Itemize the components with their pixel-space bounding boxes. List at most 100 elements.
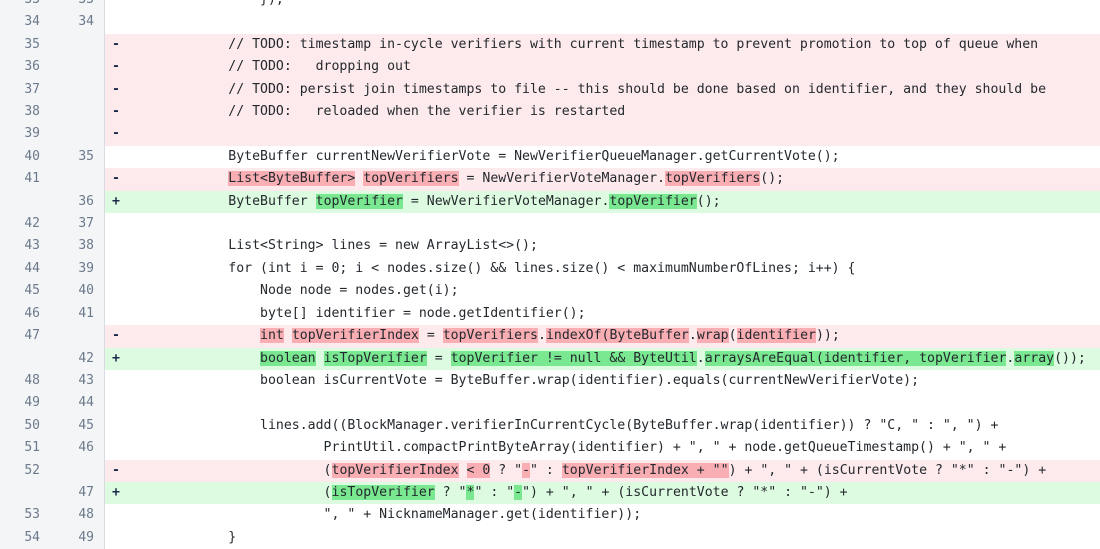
diff-row[interactable]: 50 45 lines.add((BlockManager.verifierInC…	[0, 414, 1100, 438]
code-line[interactable]: for (int i = 0; i < nodes.size() && line…	[127, 257, 1100, 281]
line-number-new[interactable]: 40	[50, 280, 105, 303]
line-number-old[interactable]: 37	[0, 78, 50, 102]
code-line[interactable]	[127, 11, 1100, 34]
diff-row[interactable]: 38 - // TODO: reloaded when the verifier …	[0, 101, 1100, 124]
line-number-old[interactable]	[0, 481, 50, 505]
code-line[interactable]	[127, 392, 1100, 415]
line-number-old[interactable]: 40	[0, 145, 50, 169]
diff-row[interactable]: 47 - int topVerifierIndex = topVerifiers.…	[0, 325, 1100, 348]
diff-row[interactable]: 39 -	[0, 123, 1100, 146]
line-number-new[interactable]	[50, 325, 105, 348]
code-line[interactable]: Node node = nodes.get(i);	[127, 280, 1100, 303]
diff-row[interactable]: 54 49 }	[0, 526, 1100, 549]
code-line[interactable]	[127, 213, 1100, 236]
line-number-new[interactable]: 33	[50, 0, 105, 12]
line-number-old[interactable]: 52	[0, 459, 50, 482]
line-number-new[interactable]: 43	[50, 369, 105, 393]
line-number-old[interactable]: 46	[0, 302, 50, 326]
code-line[interactable]: List<ByteBuffer> topVerifiers = NewVerif…	[127, 168, 1100, 191]
code-line[interactable]: ", " + NicknameManager.get(identifier));	[127, 504, 1100, 527]
diff-row[interactable]: 45 40 Node node = nodes.get(i);	[0, 280, 1100, 303]
code-line[interactable]: PrintUtil.compactPrintByteArray(identifi…	[127, 437, 1100, 460]
line-number-old[interactable]: 54	[0, 526, 50, 549]
diff-row[interactable]: 42 37	[0, 213, 1100, 236]
code-line[interactable]: byte[] identifier = node.getIdentifier()…	[127, 302, 1100, 326]
code-line[interactable]: (topVerifierIndex < 0 ? "-" : topVerifie…	[127, 459, 1100, 482]
line-number-old[interactable]: 50	[0, 414, 50, 438]
line-number-new[interactable]	[50, 78, 105, 102]
line-number-new[interactable]	[50, 56, 105, 79]
diff-row[interactable]: 36 + ByteBuffer topVerifier = NewVerifier…	[0, 190, 1100, 214]
line-number-new[interactable]: 41	[50, 302, 105, 326]
line-number-old[interactable]: 33	[0, 0, 50, 12]
code-line[interactable]: // TODO: persist join timestamps to file…	[127, 78, 1100, 102]
line-number-old[interactable]: 41	[0, 168, 50, 191]
line-number-new[interactable]	[50, 101, 105, 124]
diff-row[interactable]: 47 + (isTopVerifier ? "*" : "-") + ", " +…	[0, 481, 1100, 505]
line-number-old[interactable]: 48	[0, 369, 50, 393]
line-number-new[interactable]: 45	[50, 414, 105, 438]
code-line[interactable]: });	[127, 0, 1100, 12]
line-number-new[interactable]: 44	[50, 392, 105, 415]
line-number-new[interactable]: 42	[50, 347, 105, 370]
diff-row[interactable]: 48 43 boolean isCurrentVote = ByteBuffer.…	[0, 369, 1100, 393]
line-number-new[interactable]: 35	[50, 145, 105, 169]
line-number-old[interactable]: 42	[0, 213, 50, 236]
line-number-new[interactable]: 48	[50, 504, 105, 527]
diff-row[interactable]: 44 39 for (int i = 0; i < nodes.size() &&…	[0, 257, 1100, 281]
diff-row[interactable]: 37 - // TODO: persist join timestamps to …	[0, 78, 1100, 102]
code-line[interactable]: (isTopVerifier ? "*" : "-") + ", " + (is…	[127, 481, 1100, 505]
code-line[interactable]: // TODO: dropping out	[127, 56, 1100, 79]
line-number-new[interactable]: 39	[50, 257, 105, 281]
line-number-new[interactable]: 38	[50, 235, 105, 258]
line-number-old[interactable]	[0, 347, 50, 370]
line-number-old[interactable]: 43	[0, 235, 50, 258]
diff-row[interactable]: 46 41 byte[] identifier = node.getIdentif…	[0, 302, 1100, 326]
line-number-new[interactable]	[50, 459, 105, 482]
line-number-new[interactable]: 36	[50, 190, 105, 214]
diff-row[interactable]: 49 44	[0, 392, 1100, 415]
code-line[interactable]: ByteBuffer topVerifier = NewVerifierVote…	[127, 190, 1100, 214]
diff-row[interactable]: 53 48 ", " + NicknameManager.get(identifi…	[0, 504, 1100, 527]
line-number-new[interactable]: 37	[50, 213, 105, 236]
diff-row[interactable]: 41 - List<ByteBuffer> topVerifiers = NewV…	[0, 168, 1100, 191]
diff-row[interactable]: 3333 });	[0, 0, 1100, 12]
line-number-old[interactable]: 44	[0, 257, 50, 281]
code-line[interactable]: ByteBuffer currentNewVerifierVote = NewV…	[127, 145, 1100, 169]
line-number-old[interactable]: 47	[0, 325, 50, 348]
line-number-old[interactable]: 51	[0, 437, 50, 460]
line-number-old[interactable]: 53	[0, 504, 50, 527]
code-line[interactable]: boolean isTopVerifier = topVerifier != n…	[127, 347, 1100, 370]
code-line[interactable]: int topVerifierIndex = topVerifiers.inde…	[127, 325, 1100, 348]
line-number-new[interactable]: 34	[50, 11, 105, 34]
code-line[interactable]: }	[127, 526, 1100, 549]
code-line[interactable]: // TODO: reloaded when the verifier is r…	[127, 101, 1100, 124]
line-number-old[interactable]: 35	[0, 33, 50, 57]
code-line[interactable]: boolean isCurrentVote = ByteBuffer.wrap(…	[127, 369, 1100, 393]
code-line[interactable]: // TODO: timestamp in-cycle verifiers wi…	[127, 33, 1100, 57]
line-number-old[interactable]: 45	[0, 280, 50, 303]
diff-row[interactable]: 43 38 List<String> lines = new ArrayList<…	[0, 235, 1100, 258]
line-number-new[interactable]: 46	[50, 437, 105, 460]
line-number-old[interactable]: 34	[0, 11, 50, 34]
diff-row[interactable]: 51 46 PrintUtil.compactPrintByteArray(ide…	[0, 437, 1100, 460]
diff-row[interactable]: 52- (topVerifierIndex < 0 ? "-" : topVer…	[0, 459, 1100, 482]
line-number-old[interactable]: 36	[0, 56, 50, 79]
line-number-old[interactable]	[0, 190, 50, 214]
diff-row[interactable]: 40 35 ByteBuffer currentNewVerifierVote =…	[0, 145, 1100, 169]
line-number-new[interactable]: 47	[50, 481, 105, 505]
diff-row[interactable]: 35 - // TODO: timestamp in-cycle verifier…	[0, 33, 1100, 57]
code-line[interactable]	[127, 123, 1100, 146]
line-number-old[interactable]: 39	[0, 123, 50, 146]
line-number-new[interactable]	[50, 33, 105, 57]
code-line[interactable]: List<String> lines = new ArrayList<>();	[127, 235, 1100, 258]
diff-row[interactable]: 34 34	[0, 11, 1100, 34]
line-number-new[interactable]: 49	[50, 526, 105, 549]
diff-row[interactable]: 42 + boolean isTopVerifier = topVerifier …	[0, 347, 1100, 370]
line-number-old[interactable]: 38	[0, 101, 50, 124]
code-line[interactable]: lines.add((BlockManager.verifierInCurren…	[127, 414, 1100, 438]
line-number-new[interactable]	[50, 123, 105, 146]
diff-row[interactable]: 36 - // TODO: dropping out	[0, 56, 1100, 79]
line-number-old[interactable]: 49	[0, 392, 50, 415]
line-number-new[interactable]	[50, 168, 105, 191]
